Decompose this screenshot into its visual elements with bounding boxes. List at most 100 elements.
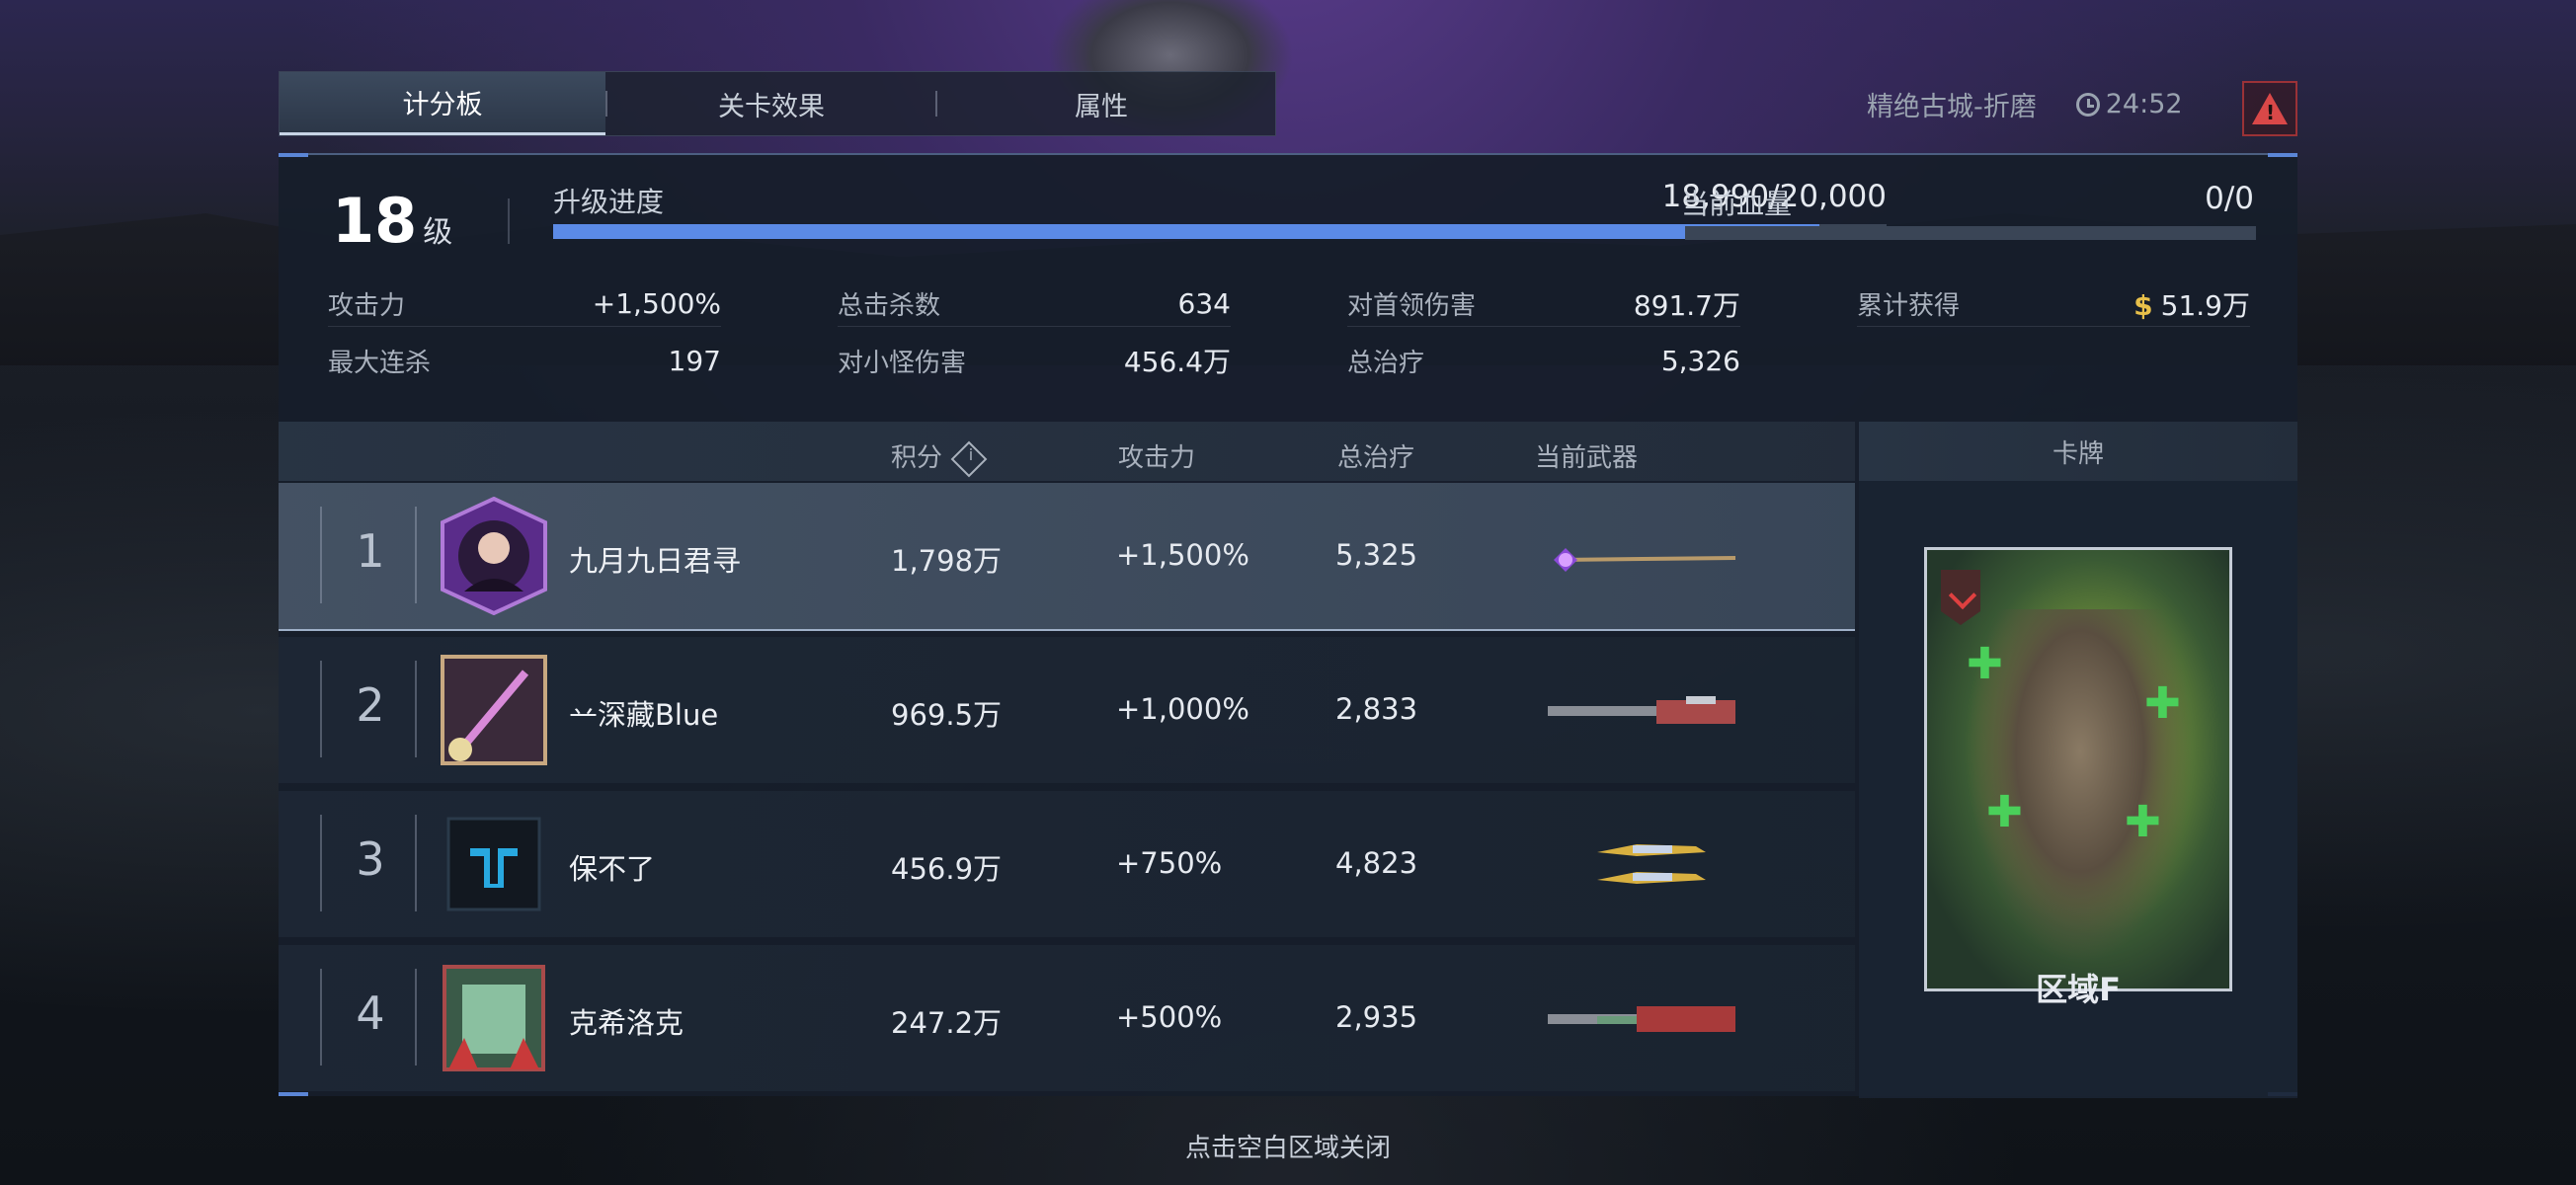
- stat-value: $51.9万: [2133, 284, 2250, 324]
- panel-corner-accent: [279, 153, 308, 157]
- stat-value: 634: [1177, 287, 1231, 320]
- player-avatar: [446, 817, 541, 911]
- earned-amount: 51.9万: [2160, 288, 2250, 322]
- stat-label: 对首领伤害: [1347, 291, 1477, 321]
- attack-cell: +500%: [1116, 1000, 1223, 1034]
- stat-max-combo: 最大连杀 197: [328, 338, 721, 383]
- equipped-card[interactable]: ✚ ✚ ✚ ✚: [1924, 547, 2232, 991]
- stat-value: 456.4万: [1123, 346, 1231, 378]
- clock-icon: [2075, 92, 2100, 117]
- player-name: 克希洛克: [569, 1006, 684, 1040]
- hp-label: 当前血量: [1681, 188, 1793, 220]
- heal-cell: 2,833: [1335, 692, 1418, 726]
- score-cell: 969.5万: [891, 698, 1003, 732]
- heal-cell: 5,325: [1335, 538, 1418, 572]
- map-info: 精绝古城-折磨 24:52: [1867, 85, 2183, 123]
- stat-value: +1,500%: [592, 287, 721, 320]
- tab-stage-effects[interactable]: 关卡效果: [607, 72, 935, 135]
- close-hint[interactable]: 点击空白区域关闭: [0, 1128, 2576, 1164]
- player-avatar: [443, 965, 545, 1071]
- scoreboard-panel: 18 级 升级进度 18,990/20,000 当前血量 0/0 攻击力 +1,…: [279, 153, 2297, 1098]
- stat-earned: 累计获得 $51.9万: [1857, 281, 2250, 327]
- tab-scoreboard[interactable]: 计分板: [280, 72, 605, 135]
- header-weapon: 当前武器: [1535, 443, 1639, 473]
- stat-label: 总击杀数: [838, 291, 941, 321]
- xp-value: 18,990/20,000: [1661, 179, 1887, 214]
- stat-label: 最大连杀: [328, 348, 432, 378]
- attack-cell: +750%: [1116, 846, 1223, 880]
- stat-label: 对小怪伤害: [838, 348, 967, 378]
- rank-box: 4: [320, 969, 417, 1066]
- header-score: 积分 i: [891, 437, 988, 477]
- tab-bar: 计分板 关卡效果 属性: [279, 71, 1276, 136]
- header-score-label: 积分: [891, 443, 943, 473]
- player-name: 䒑深藏Blue: [569, 698, 719, 732]
- stat-boss-damage: 对首领伤害 891.7万: [1347, 281, 1740, 327]
- warning-icon: !: [2252, 93, 2288, 124]
- stat-value: 197: [668, 344, 721, 377]
- table-row[interactable]: 4 克希洛克 247.2万 +500% 2,935: [279, 945, 1855, 1091]
- info-icon[interactable]: i: [950, 440, 988, 477]
- heal-cross-icon: ✚: [2125, 797, 2161, 847]
- divider: [508, 198, 510, 244]
- rank-box: 2: [320, 661, 417, 757]
- table-header: 积分 i 攻击力 总治疗 当前武器: [279, 422, 1855, 481]
- weapon-daggers-icon: [1597, 844, 1706, 884]
- player-avatar: [441, 655, 547, 765]
- attack-cell: +1,000%: [1116, 692, 1249, 726]
- xp-progress-fill: [553, 224, 1819, 239]
- hp-value: 0/0: [2205, 181, 2254, 216]
- attack-cell: +1,500%: [1116, 538, 1249, 572]
- match-timer: 24:52: [2075, 89, 2183, 119]
- score-cell: 456.9万: [891, 852, 1003, 886]
- rank-number: 4: [356, 987, 385, 1040]
- weapon-rifle-icon: [1548, 1006, 1735, 1032]
- rank-number: 2: [356, 678, 385, 732]
- currency-icon: $: [2133, 288, 2153, 322]
- rank-box: 1: [320, 507, 417, 603]
- stat-heal: 总治疗 5,326: [1347, 338, 1740, 383]
- stat-label: 总治疗: [1347, 348, 1425, 378]
- player-name: 保不了: [569, 852, 656, 886]
- player-name: 九月九日君寻: [569, 544, 742, 578]
- player-avatar: [441, 497, 547, 615]
- hp-bar: [1685, 226, 2256, 240]
- table-row[interactable]: 3 保不了 456.9万 +750% 4,823: [279, 791, 1855, 937]
- panel-corner-accent: [279, 1092, 308, 1096]
- card-header: 卡牌: [1859, 422, 2297, 481]
- heal-cell: 2,935: [1335, 1000, 1418, 1034]
- heal-cross-icon: ✚: [1967, 639, 2003, 689]
- rank-number: 1: [356, 524, 385, 578]
- card-name: 区域F: [2036, 971, 2121, 1008]
- panel-corner-accent: [2268, 153, 2297, 157]
- header-heal: 总治疗: [1337, 443, 1415, 473]
- heal-cross-icon: ✚: [1986, 787, 2023, 837]
- rank-number: 3: [356, 832, 385, 886]
- timer-value: 24:52: [2105, 89, 2183, 119]
- report-button[interactable]: !: [2242, 81, 2297, 136]
- stat-attack: 攻击力 +1,500%: [328, 281, 721, 327]
- header-attack: 攻击力: [1118, 443, 1196, 473]
- stat-label: 累计获得: [1857, 291, 1961, 321]
- xp-label: 升级进度: [553, 186, 665, 218]
- stat-kills: 总击杀数 634: [838, 281, 1231, 327]
- stat-minion-damage: 对小怪伤害 456.4万: [838, 338, 1231, 383]
- map-name: 精绝古城-折磨: [1867, 92, 2037, 122]
- stat-label: 攻击力: [328, 291, 406, 321]
- card-column: 卡牌 ✚ ✚ ✚ ✚ 区域F: [1859, 422, 2297, 1098]
- weapon-rifle-icon: [1548, 696, 1735, 724]
- level-unit: 级: [423, 215, 453, 250]
- score-cell: 247.2万: [891, 1006, 1003, 1040]
- stat-value: 5,326: [1660, 344, 1740, 377]
- weapon-staff-icon: [1554, 548, 1736, 572]
- rank-box: 3: [320, 815, 417, 911]
- table-row[interactable]: 1 九月九日君寻 1,798万 +1,500% 5,325: [279, 483, 1855, 631]
- tab-attributes[interactable]: 属性: [937, 72, 1265, 135]
- stat-value: 891.7万: [1633, 288, 1740, 322]
- table-row[interactable]: 2 䒑深藏Blue 969.5万 +1,000% 2,833: [279, 637, 1855, 783]
- player-level: 18 级: [332, 185, 452, 257]
- score-cell: 1,798万: [891, 544, 1003, 578]
- heal-cell: 4,823: [1335, 846, 1418, 880]
- heal-cross-icon: ✚: [2144, 678, 2181, 729]
- level-number: 18: [332, 185, 418, 257]
